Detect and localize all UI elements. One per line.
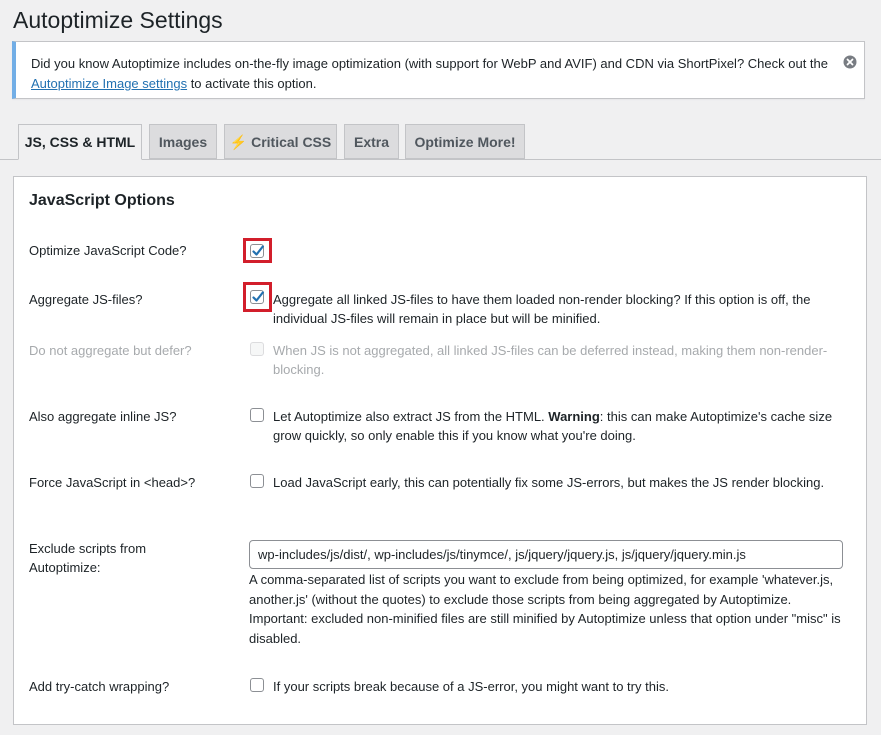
try-catch-label: Add try-catch wrapping? [29,679,170,694]
optimize-js-label: Optimize JavaScript Code? [29,243,187,258]
tab-extra[interactable]: Extra [344,124,399,159]
force-head-checkbox[interactable] [250,474,264,488]
aggregate-js-description: Aggregate all linked JS-files to have th… [273,292,811,326]
checkmark-icon [252,245,264,256]
exclude-scripts-help: A comma-separated list of scripts you wa… [249,572,841,646]
aggregate-js-label: Aggregate JS-files? [29,292,143,307]
try-catch-checkbox[interactable] [250,678,264,692]
defer-js-checkbox [250,342,264,356]
exclude-scripts-input[interactable] [249,540,843,569]
defer-js-label: Do not aggregate but defer? [29,343,192,358]
inline-js-warning: Warning [548,409,600,424]
aggregate-js-checkbox[interactable] [250,290,264,304]
info-notice: Did you know Autoptimize includes on-the… [12,41,865,99]
dismiss-notice-icon[interactable] [842,54,858,70]
defer-js-description: When JS is not aggregated, all linked JS… [273,343,828,377]
checkmark-icon [252,291,264,302]
inline-js-description: Let Autoptimize also extract JS from the… [273,407,843,445]
tab-images[interactable]: Images [149,124,217,159]
notice-text: Did you know Autoptimize includes on-the… [31,54,841,94]
optimize-js-checkbox[interactable] [250,244,264,258]
notice-text-after: to activate this option. [187,76,317,91]
inline-js-checkbox[interactable] [250,408,264,422]
tab-optimize-more[interactable]: Optimize More! [405,124,525,159]
page-title: Autoptimize Settings [13,7,223,33]
tab-js-css-html[interactable]: JS, CSS & HTML [18,124,142,160]
image-settings-link[interactable]: Autoptimize Image settings [31,76,187,91]
inline-js-desc-before: Let Autoptimize also extract JS from the… [273,409,549,424]
force-head-label: Force JavaScript in <head>? [29,475,196,490]
exclude-scripts-label: Exclude scripts from Autoptimize: [29,541,147,575]
try-catch-description: If your scripts break because of a JS-er… [273,679,669,694]
section-title: JavaScript Options [29,192,175,209]
force-head-description: Load JavaScript early, this can potentia… [273,475,825,490]
inline-js-label: Also aggregate inline JS? [29,409,177,424]
notice-text-before: Did you know Autoptimize includes on-the… [31,56,828,71]
tab-critical-css[interactable]: ⚡ Critical CSS [224,124,337,159]
